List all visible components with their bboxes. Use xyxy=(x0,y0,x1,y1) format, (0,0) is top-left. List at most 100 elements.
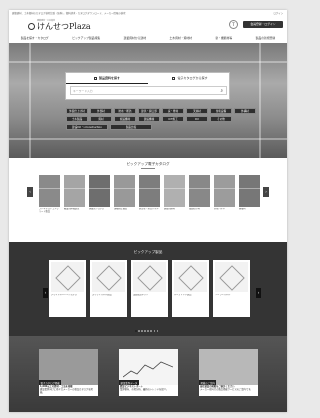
pagination-dot[interactable] xyxy=(150,330,153,332)
catalog-name: 落橋防止構造 xyxy=(114,208,128,210)
banner-image: 電子カタログ掲載 xyxy=(39,349,98,385)
catalog-thumbnail xyxy=(189,175,210,207)
nav-item[interactable]: 建築資材から建材 xyxy=(124,36,146,42)
products-next-arrow[interactable]: › xyxy=(256,288,261,298)
nav-item[interactable]: 新・機能材等 xyxy=(215,36,232,42)
logo-icon xyxy=(28,23,35,30)
banner-description: 建設ビジネスレポート 業界動向、市場分析、最新のトレンドを紹介。 xyxy=(119,385,178,396)
category-chip[interactable]: 仮設機材 xyxy=(114,116,136,122)
category-chip[interactable]: 外構材 xyxy=(234,108,256,114)
nav-item[interactable]: 土木資材・資材材 xyxy=(170,36,192,42)
login-link[interactable]: ログイン xyxy=(273,11,283,15)
banner-label: 建設業界データ xyxy=(119,380,139,385)
catalog-thumbnail xyxy=(89,175,110,207)
product-card[interactable]: ソーラーパネル xyxy=(213,260,250,317)
category-chip[interactable]: 土木製品 xyxy=(66,116,88,122)
carousel-pagination xyxy=(135,330,159,332)
category-chip[interactable]: 外部材 xyxy=(90,108,112,114)
title-underline xyxy=(141,168,155,169)
category-chip[interactable]: DX xyxy=(186,116,208,122)
catalog-name: 床暖房システム xyxy=(89,208,105,210)
category-chip[interactable]: その他 xyxy=(210,116,232,122)
product-thumbnail xyxy=(215,262,248,292)
category-chip[interactable]: 建具・開口部 xyxy=(138,108,160,114)
nav-item[interactable]: 製品の新規登録 xyxy=(256,36,276,42)
nav-item[interactable]: ピックアップ製品特集 xyxy=(72,36,100,42)
product-name: デザインルーバーシステム xyxy=(51,294,78,296)
banner-image: 掲載のご案内 xyxy=(199,349,258,385)
document-icon xyxy=(93,76,97,80)
pagination-dot[interactable] xyxy=(135,330,137,332)
banner-text: 業界動向、市場分析、最新のトレンドを紹介。 xyxy=(120,387,169,391)
product-name: スリットパネル製品 xyxy=(92,294,112,296)
catalog-card[interactable]: 路面標示材 xyxy=(189,175,210,214)
category-chip[interactable]: 資材 xyxy=(90,116,112,122)
catalog-card[interactable]: 建築用鋼材 xyxy=(164,175,185,214)
search-icon[interactable]: ⌕ xyxy=(220,89,223,94)
banner-text: 建設業界向けに様々なメーカーの製品カタログを掲載。 xyxy=(40,387,93,394)
catalog-card[interactable]: 床暖房システム xyxy=(89,175,110,214)
category-chip[interactable]: 防水・断熱 xyxy=(114,108,136,114)
category-chip[interactable]: 建設DX・i-Construction xyxy=(66,124,108,130)
pagination-dot[interactable] xyxy=(138,330,140,332)
category-chip[interactable]: 床・壁材 xyxy=(162,108,184,114)
products-prev-arrow[interactable]: ‹ xyxy=(43,288,48,298)
category-chip[interactable]: 天井材 xyxy=(186,108,208,114)
product-card[interactable]: ルーフドレン製品 xyxy=(172,260,209,317)
products-carousel: デザインルーバーシステム スリットパネル製品 法面保護ネット ルーフドレン製品 ソーラー… xyxy=(49,260,254,317)
catalog-name: 屋根材 xyxy=(239,208,246,210)
pagination-dot[interactable] xyxy=(141,330,143,332)
site-description: 建築建材、土木資材のカタログ検索比較（無料）。資料請求・カタログダウンロード、メ… xyxy=(12,12,126,15)
register-button[interactable]: 会員登録・ログイン xyxy=(243,21,283,28)
product-thumbnail xyxy=(133,262,166,292)
feature-banner[interactable]: 電子カタログ掲載 1,000以上の建材・工法を掲載 建設業界向けに様々なメーカーの製… xyxy=(39,349,98,396)
product-card[interactable]: デザインルーバーシステム xyxy=(49,260,86,317)
logo-text: けんせつPlaza xyxy=(37,22,91,31)
catalog-card[interactable]: 外壁パネル xyxy=(214,175,235,214)
catalog-prev-arrow[interactable]: ‹ xyxy=(27,187,33,197)
catalog-thumbnail xyxy=(64,175,85,207)
feature-banner[interactable]: 建設業界データ 建設ビジネスレポート 業界動向、市場分析、最新のトレンドを紹介。 xyxy=(119,349,178,396)
pagination-dot[interactable] xyxy=(153,330,156,332)
catalog-card[interactable]: プレキャストコンクリート製品 xyxy=(39,175,60,214)
pagination-dot[interactable] xyxy=(156,330,159,332)
banner-image: 建設業界データ xyxy=(119,349,178,385)
catalog-card[interactable]: 落橋防止構造 xyxy=(114,175,135,214)
catalog-thumbnail xyxy=(39,175,60,207)
category-chip[interactable]: 外装仕上げ材 xyxy=(66,108,88,114)
banner-description: 1,000以上の建材・工法を掲載 建設業界向けに様々なメーカーの製品カタログを掲載… xyxy=(39,385,98,396)
category-chip[interactable]: 住宅設備 xyxy=(210,108,232,114)
category-chip[interactable]: ICT施工 xyxy=(162,116,184,122)
feature-banner[interactable]: 掲載のご案内 自社製品の掲載をご検討ください メーカー様向けの製品掲載サービスのご案… xyxy=(199,349,258,396)
category-chip[interactable]: 建設機械 xyxy=(138,116,160,122)
product-card[interactable]: スリットパネル製品 xyxy=(90,260,127,317)
tab-product-search[interactable]: 製品資料を探す xyxy=(66,73,148,84)
pagination-dot[interactable] xyxy=(144,330,146,332)
search-input[interactable]: キーワード入力 ⌕ xyxy=(70,86,227,95)
book-icon xyxy=(172,77,176,80)
tab-catalog-search[interactable]: 電子カタログから探す xyxy=(149,73,231,84)
site-logo[interactable]: けんせつPlaza xyxy=(28,21,91,32)
search-panel: 製品資料を探す 電子カタログから探す キーワード入力 ⌕ xyxy=(65,72,230,100)
catalog-thumbnail xyxy=(139,175,160,207)
catalog-name: プレキャストコンクリート製品 xyxy=(39,208,59,213)
banner-text: メーカー様向けの製品掲載サービスのご案内です。 xyxy=(200,387,253,391)
logo-subtitle: 建築建材・土木資材 xyxy=(37,20,56,22)
hero-image: 製品資料を探す 電子カタログから探す キーワード入力 ⌕ 外装仕上げ材 外部材 防水… xyxy=(9,43,287,158)
catalog-card[interactable]: 橋梁用伸縮装置 xyxy=(64,175,85,214)
catalog-card[interactable]: 遮音壁・防音パネル xyxy=(139,175,160,214)
catalog-next-arrow[interactable]: › xyxy=(263,187,269,197)
product-name: ソーラーパネル xyxy=(215,294,231,296)
product-card[interactable]: 法面保護ネット xyxy=(131,260,168,317)
nav-item[interactable]: 製品を探す・カタログ xyxy=(21,36,49,42)
pickup-products-title: ピックアップ製品 xyxy=(133,250,163,254)
category-chip[interactable]: 製品比較 xyxy=(110,124,152,130)
catalog-card[interactable]: 屋根材 xyxy=(239,175,260,214)
catalog-thumbnail xyxy=(114,175,135,207)
product-thumbnail xyxy=(51,262,84,292)
page: 建築建材、土木資材のカタログ検索比較（無料）。資料請求・カタログダウンロード、メ… xyxy=(9,10,287,412)
pagination-dot[interactable] xyxy=(147,330,149,332)
catalog-name: 外壁パネル xyxy=(214,208,225,210)
catalog-name: 橋梁用伸縮装置 xyxy=(64,208,80,210)
account-icon[interactable]: T xyxy=(229,20,238,29)
